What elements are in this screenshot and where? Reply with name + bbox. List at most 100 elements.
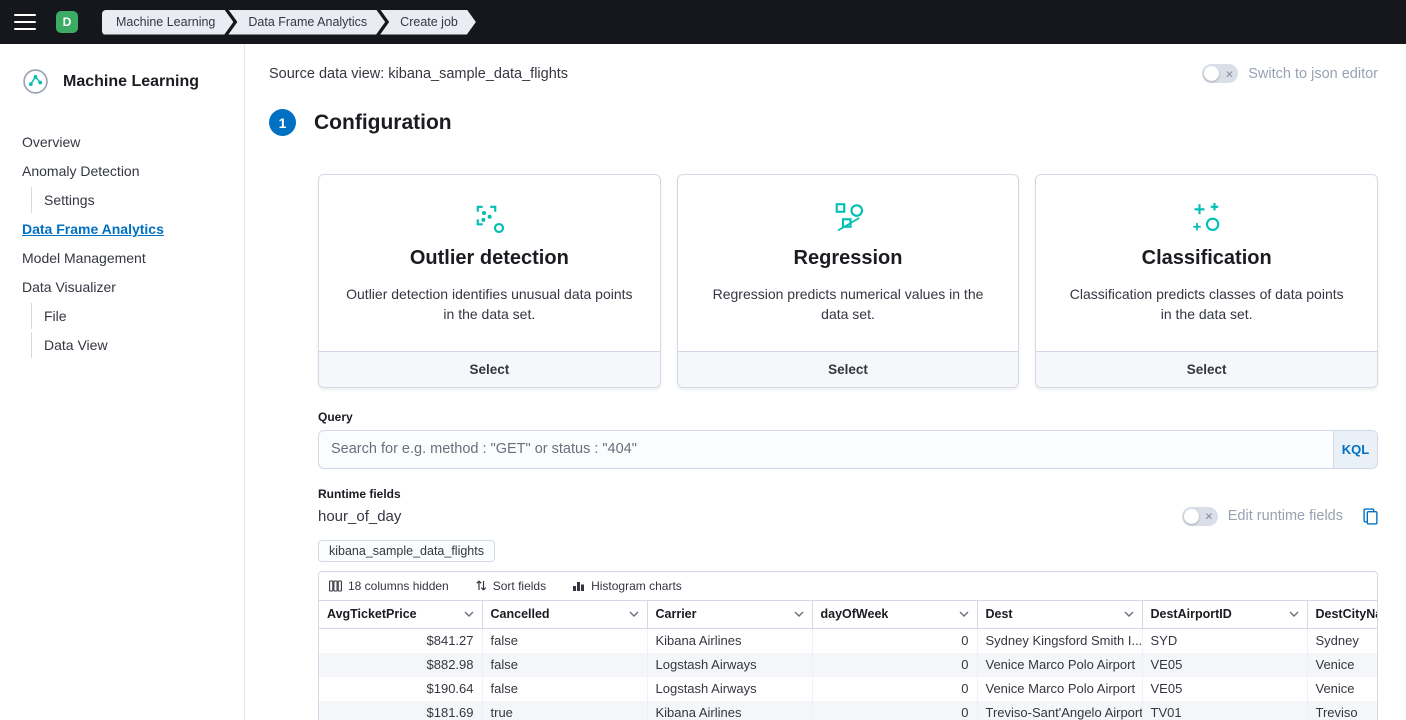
table-row: $841.27falseKibana Airlines0Sydney Kings… bbox=[319, 629, 1377, 653]
grid-cell[interactable]: VE05 bbox=[1142, 653, 1307, 677]
runtime-edit-group: × Edit runtime fields bbox=[1182, 507, 1378, 526]
grid-cell[interactable]: Logstash Airways bbox=[647, 677, 812, 701]
select-outlier-detection-button[interactable]: Select bbox=[319, 351, 660, 387]
grid-cell[interactable]: false bbox=[482, 629, 647, 653]
sidebar-header: Machine Learning bbox=[22, 68, 228, 95]
breadcrumb-item-machine-learning[interactable]: Machine Learning bbox=[102, 10, 233, 35]
grid-cell[interactable]: $181.69 bbox=[319, 701, 482, 720]
sidebar: Machine Learning Overview Anomaly Detect… bbox=[0, 44, 245, 720]
space-avatar[interactable]: D bbox=[56, 11, 78, 33]
menu-icon[interactable] bbox=[14, 14, 36, 30]
grid-cell[interactable]: 0 bbox=[812, 629, 977, 653]
toggle-thumb bbox=[1184, 509, 1199, 524]
select-classification-button[interactable]: Select bbox=[1036, 351, 1377, 387]
card-classification[interactable]: Classification Classification predicts c… bbox=[1035, 174, 1378, 388]
sort-fields-button[interactable]: Sort fields bbox=[475, 579, 546, 593]
json-editor-toggle[interactable]: × bbox=[1202, 64, 1238, 83]
analysis-type-cards: Outlier detection Outlier detection iden… bbox=[318, 174, 1378, 388]
global-header: D Machine Learning Data Frame Analytics … bbox=[0, 0, 1406, 44]
chevron-down-icon[interactable] bbox=[1289, 611, 1299, 617]
column-header-destairportid[interactable]: DestAirportID bbox=[1142, 601, 1307, 629]
column-header-dest[interactable]: Dest bbox=[977, 601, 1142, 629]
grid-cell[interactable]: false bbox=[482, 653, 647, 677]
edit-runtime-fields-toggle[interactable]: × bbox=[1182, 507, 1218, 526]
search-input[interactable] bbox=[318, 430, 1378, 469]
chevron-down-icon[interactable] bbox=[464, 611, 474, 617]
grid-cell[interactable]: Venice bbox=[1307, 653, 1377, 677]
query-section: Query KQL bbox=[318, 410, 1378, 469]
sidebar-item-model-management[interactable]: Model Management bbox=[22, 245, 228, 271]
json-editor-switch-group: × Switch to json editor bbox=[1202, 64, 1378, 83]
chevron-down-icon[interactable] bbox=[959, 611, 969, 617]
grid-cell[interactable]: Logstash Airways bbox=[647, 653, 812, 677]
grid-cell[interactable]: $190.64 bbox=[319, 677, 482, 701]
sidebar-item-settings[interactable]: Settings bbox=[31, 187, 228, 213]
grid-cell[interactable]: Venice Marco Polo Airport bbox=[977, 653, 1142, 677]
card-body: Outlier detection Outlier detection iden… bbox=[319, 175, 660, 351]
runtime-fields-section: Runtime fields hour_of_day × Edit runtim… bbox=[318, 487, 1378, 526]
sidebar-item-anomaly-detection[interactable]: Anomaly Detection bbox=[22, 158, 228, 184]
grid-cell[interactable]: TV01 bbox=[1142, 701, 1307, 720]
column-label: Cancelled bbox=[491, 607, 550, 621]
column-header-cancelled[interactable]: Cancelled bbox=[482, 601, 647, 629]
sidebar-item-overview[interactable]: Overview bbox=[22, 129, 228, 155]
grid-cell[interactable]: Sydney bbox=[1307, 629, 1377, 653]
grid-cell[interactable]: false bbox=[482, 677, 647, 701]
card-title: Outlier detection bbox=[345, 247, 634, 270]
step-number-badge: 1 bbox=[269, 109, 296, 136]
column-label: dayOfWeek bbox=[821, 607, 889, 621]
grid-cell[interactable]: 0 bbox=[812, 677, 977, 701]
grid-cell[interactable]: $841.27 bbox=[319, 629, 482, 653]
sidebar-item-data-visualizer[interactable]: Data Visualizer bbox=[22, 274, 228, 300]
grid-cell[interactable]: $882.98 bbox=[319, 653, 482, 677]
column-header-dayofweek[interactable]: dayOfWeek bbox=[812, 601, 977, 629]
runtime-field-value: hour_of_day bbox=[318, 508, 401, 525]
sidebar-item-data-frame-analytics[interactable]: Data Frame Analytics bbox=[22, 216, 228, 242]
column-label: DestAirportID bbox=[1151, 607, 1232, 621]
grid-scroll-area[interactable]: AvgTicketPrice Cancelled Carrier dayOfWeek D… bbox=[319, 601, 1377, 720]
card-outlier-detection[interactable]: Outlier detection Outlier detection iden… bbox=[318, 174, 661, 388]
table-body: $841.27falseKibana Airlines0Sydney Kings… bbox=[319, 629, 1377, 720]
column-header-avgticketprice[interactable]: AvgTicketPrice bbox=[319, 601, 482, 629]
chevron-down-icon[interactable] bbox=[794, 611, 804, 617]
columns-hidden-button[interactable]: 18 columns hidden bbox=[329, 579, 449, 593]
grid-cell[interactable]: Treviso-Sant'Angelo Airport bbox=[977, 701, 1142, 720]
kql-button[interactable]: KQL bbox=[1333, 431, 1377, 468]
chevron-down-icon[interactable] bbox=[629, 611, 639, 617]
grid-cell[interactable]: Kibana Airlines bbox=[647, 629, 812, 653]
grid-cell[interactable]: Kibana Airlines bbox=[647, 701, 812, 720]
grid-cell[interactable]: Venice Marco Polo Airport bbox=[977, 677, 1142, 701]
column-header-carrier[interactable]: Carrier bbox=[647, 601, 812, 629]
breadcrumb-item-data-frame-analytics[interactable]: Data Frame Analytics bbox=[228, 10, 385, 35]
machine-learning-app-icon bbox=[22, 68, 49, 95]
card-title: Classification bbox=[1062, 247, 1351, 270]
grid-cell[interactable]: true bbox=[482, 701, 647, 720]
sidebar-item-data-view[interactable]: Data View bbox=[31, 332, 228, 358]
toggle-off-icon: × bbox=[1226, 67, 1234, 80]
column-header-destcityname[interactable]: DestCityName bbox=[1307, 601, 1377, 629]
grid-cell[interactable]: Venice bbox=[1307, 677, 1377, 701]
copy-clipboard-icon[interactable] bbox=[1363, 508, 1378, 525]
chevron-down-icon[interactable] bbox=[1124, 611, 1134, 617]
grid-cell[interactable]: SYD bbox=[1142, 629, 1307, 653]
table-row: $190.64falseLogstash Airways0Venice Marc… bbox=[319, 677, 1377, 701]
index-pattern-chip: kibana_sample_data_flights bbox=[318, 540, 495, 562]
runtime-fields-row: hour_of_day × Edit runtime fields bbox=[318, 507, 1378, 526]
sidebar-nav: Overview Anomaly Detection Settings Data… bbox=[22, 129, 228, 358]
card-body: Regression Regression predicts numerical… bbox=[678, 175, 1019, 351]
card-regression[interactable]: Regression Regression predicts numerical… bbox=[677, 174, 1020, 388]
outlier-detection-icon bbox=[345, 197, 634, 239]
grid-toolbar: 18 columns hidden Sort fields bbox=[319, 572, 1377, 601]
select-regression-button[interactable]: Select bbox=[678, 351, 1019, 387]
histogram-charts-button[interactable]: Histogram charts bbox=[572, 579, 682, 593]
histogram-icon bbox=[572, 580, 585, 592]
regression-icon bbox=[704, 197, 993, 239]
column-label: Dest bbox=[986, 607, 1013, 621]
grid-cell[interactable]: Sydney Kingsford Smith I... bbox=[977, 629, 1142, 653]
grid-cell[interactable]: 0 bbox=[812, 701, 977, 720]
card-body: Classification Classification predicts c… bbox=[1036, 175, 1377, 351]
grid-cell[interactable]: VE05 bbox=[1142, 677, 1307, 701]
grid-cell[interactable]: Treviso bbox=[1307, 701, 1377, 720]
sidebar-item-file[interactable]: File bbox=[31, 303, 228, 329]
grid-cell[interactable]: 0 bbox=[812, 653, 977, 677]
